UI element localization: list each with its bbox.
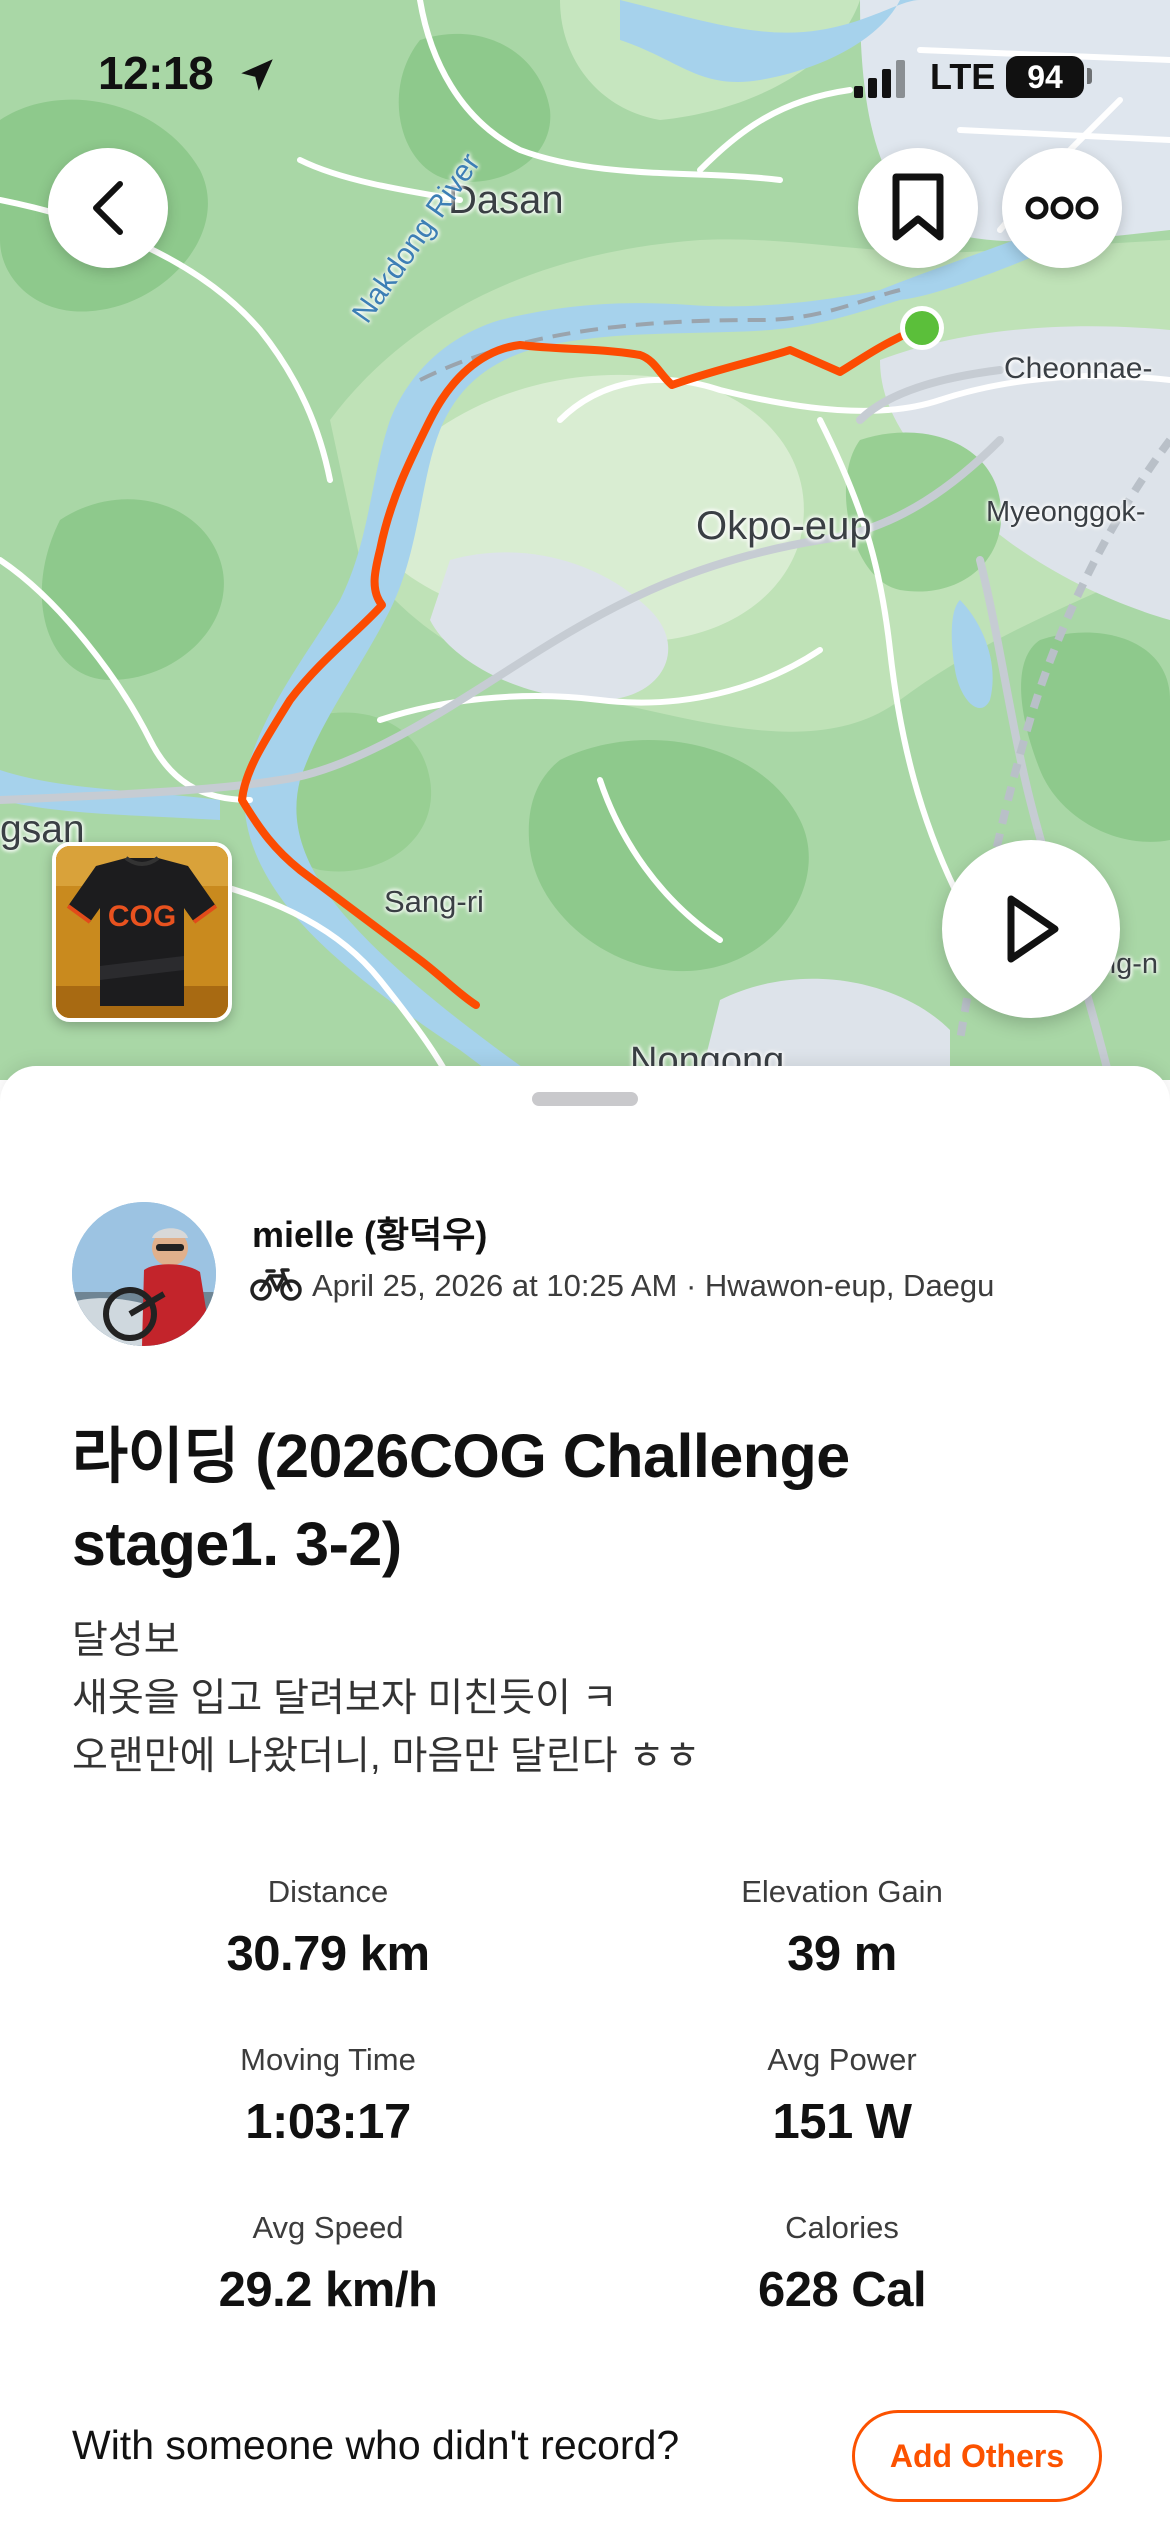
- stat-value: 628 Cal: [757, 2263, 927, 2317]
- stat-distance: Distance 30.79 km: [68, 1872, 588, 1984]
- location-arrow-icon: [241, 59, 273, 91]
- stat-moving-time: Moving Time 1:03:17: [68, 2040, 588, 2152]
- more-dots-icon: [1025, 196, 1099, 220]
- status-time: 12:18: [98, 47, 214, 99]
- stat-value: 30.79 km: [226, 1927, 430, 1981]
- stat-label: Distance: [267, 1874, 389, 1909]
- athlete-name[interactable]: mielle (황덕우): [252, 1206, 487, 1258]
- activity-description: 달성보 새옷을 입고 달려보자 미친듯이 ㅋ 오랜만에 나왔더니, 마음만 달린…: [72, 1612, 1102, 1786]
- bookmark-button[interactable]: [858, 148, 978, 268]
- sheet-drag-handle[interactable]: [532, 1092, 638, 1106]
- description-line: 달성보: [72, 1619, 180, 1662]
- description-line: 새옷을 입고 달려보자 미친듯이 ㅋ: [72, 1677, 618, 1720]
- activity-meta: April 25, 2026 at 10:25 AM · Hwawon-eup,…: [312, 1268, 995, 1303]
- with-someone-prompt: With someone who didn't record?: [72, 2422, 680, 2468]
- map-label-sangri: Sang-ri: [384, 884, 484, 919]
- network-type: LTE: [930, 56, 996, 97]
- stat-label: Calories: [785, 2210, 899, 2245]
- route-map[interactable]: Dasan Nakdong River Cheonnae- Okpo-eup M…: [0, 0, 1170, 1080]
- activity-title-line2: stage1. 3-2): [72, 1510, 402, 1578]
- stat-label: Avg Speed: [252, 2210, 404, 2245]
- stat-elevation-gain: Elevation Gain 39 m: [582, 1872, 1102, 1984]
- stat-label: Avg Power: [767, 2042, 917, 2077]
- jersey-photo: COG: [56, 846, 228, 1018]
- add-others-button[interactable]: Add Others: [852, 2410, 1102, 2502]
- battery-tip: [1087, 68, 1092, 84]
- athlete-avatar[interactable]: [72, 1202, 216, 1346]
- play-flyby-button[interactable]: [942, 840, 1120, 1018]
- stat-calories: Calories 628 Cal: [582, 2208, 1102, 2320]
- stat-value: 39 m: [787, 1927, 897, 1981]
- map-label-cheonnae: Cheonnae-: [1004, 352, 1153, 385]
- activity-detail-screen: Dasan Nakdong River Cheonnae- Okpo-eup M…: [0, 0, 1170, 2532]
- stat-label: Moving Time: [240, 2042, 416, 2077]
- activity-title: 라이딩 (2026COG Challenge stage1. 3-2): [72, 1412, 1102, 1588]
- back-button[interactable]: [48, 148, 168, 268]
- stat-value: 151 W: [772, 2095, 912, 2149]
- stat-avg-power: Avg Power 151 W: [582, 2040, 1102, 2152]
- stat-value: 1:03:17: [245, 2095, 411, 2149]
- activity-photo-thumbnail[interactable]: COG: [52, 842, 232, 1022]
- chevron-left-icon: [93, 181, 123, 235]
- activity-sheet[interactable]: mielle (황덕우) April 25, 2026 at 10:25 AM …: [0, 1066, 1170, 2532]
- map-label-okpo: Okpo-eup: [696, 504, 872, 548]
- signal-strength-icon: [854, 60, 905, 98]
- more-options-button[interactable]: [1002, 148, 1122, 268]
- activity-title-line1: 라이딩 (2026COG Challenge: [72, 1422, 850, 1490]
- stat-value: 29.2 km/h: [218, 2263, 438, 2317]
- description-line: 오랜만에 나왔더니, 마음만 달린다 ㅎㅎ: [72, 1735, 701, 1778]
- map-label-myeonggok: Myeonggok-: [986, 496, 1146, 528]
- stat-label: Elevation Gain: [741, 1874, 943, 1909]
- battery-indicator: 94: [1006, 56, 1084, 98]
- play-icon: [1007, 895, 1059, 963]
- bookmark-icon: [892, 173, 944, 241]
- avatar-photo: [72, 1202, 216, 1346]
- bike-icon: [250, 1268, 302, 1301]
- jersey-logo-text: COG: [108, 900, 176, 933]
- stat-avg-speed: Avg Speed 29.2 km/h: [68, 2208, 588, 2320]
